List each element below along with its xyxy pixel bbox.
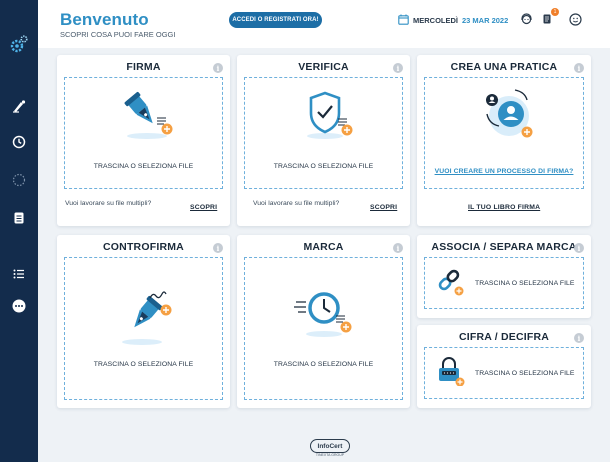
info-icon[interactable]: i: [213, 243, 223, 253]
support-agent-icon[interactable]: [519, 12, 533, 26]
drop-zone-text: TRASCINA O SELEZIONA FILE: [273, 163, 374, 170]
card-cifra-decifra: CIFRA / DECIFRA i TRASCINA O SELEZIONA F…: [417, 325, 591, 408]
drop-zone-text: TRASCINA O SELEZIONA FILE: [93, 163, 194, 170]
discover-link[interactable]: SCOPRI: [190, 204, 217, 211]
card-title: FIRMA: [126, 61, 161, 73]
file-drop-zone[interactable]: TRASCINA O SELEZIONA FILE: [244, 257, 403, 400]
file-drop-zone[interactable]: TRASCINA O SELEZIONA FILE: [64, 257, 223, 400]
page-title: Benvenuto: [60, 10, 149, 29]
calendar-icon: [398, 14, 409, 27]
signature-book-link[interactable]: IL TUO LIBRO FIRMA: [468, 204, 540, 211]
card-title: CONTROFIRMA: [103, 241, 184, 253]
login-register-button[interactable]: ACCEDI O REGISTRATI ORA!: [229, 12, 322, 28]
notification-badge: 1: [551, 8, 559, 16]
page-subtitle: SCOPRI COSA PUOI FARE OGGI: [60, 30, 176, 39]
link-chain-icon: [435, 266, 465, 301]
date-day: MERCOLEDÌ: [413, 15, 458, 25]
card-crea-pratica: CREA UNA PRATICA i VUOI CREARE UN PROCES…: [417, 55, 591, 226]
card-title: VERIFICA: [298, 61, 349, 73]
file-drop-zone[interactable]: TRASCINA O SELEZIONA FILE: [424, 257, 584, 309]
sign-document-icon[interactable]: [9, 96, 29, 116]
file-drop-zone[interactable]: TRASCINA O SELEZIONA FILE: [244, 77, 403, 189]
card-title: MARCA: [303, 241, 344, 253]
drop-zone-text: TRASCINA O SELEZIONA FILE: [273, 361, 374, 368]
file-drop-zone[interactable]: TRASCINA O SELEZIONA FILE: [424, 347, 584, 399]
info-icon[interactable]: i: [574, 333, 584, 343]
user-profile-icon[interactable]: [568, 12, 582, 26]
history-clock-icon[interactable]: [9, 132, 29, 152]
list-icon[interactable]: [9, 264, 29, 284]
date-value: 23 MAR 2022: [462, 15, 509, 25]
card-firma: FIRMA i TRASCINA O SELEZIONA FILE Vuoi l…: [57, 55, 230, 226]
archive-icon[interactable]: [9, 208, 29, 228]
info-icon[interactable]: i: [393, 63, 403, 73]
create-process-link[interactable]: VUOI CREARE UN PROCESSO DI FIRMA?: [425, 168, 583, 175]
sidebar: [0, 0, 38, 462]
card-associa-separa: ASSOCIA / SEPARA MARCA i TRASCINA O SELE…: [417, 235, 591, 318]
verify-shield-icon: [299, 88, 359, 151]
info-icon[interactable]: i: [393, 243, 403, 253]
multi-file-text: Vuoi lavorare su file multipli?: [253, 200, 340, 207]
card-verifica: VERIFICA i TRASCINA O SELEZIONA FILE Vuo…: [237, 55, 410, 226]
info-icon[interactable]: i: [574, 63, 584, 73]
drop-zone-text: TRASCINA O SELEZIONA FILE: [475, 369, 575, 377]
info-icon[interactable]: i: [213, 63, 223, 73]
date-display: MERCOLEDÌ 23 MAR 2022: [398, 13, 508, 27]
drop-zone-text: TRASCINA O SELEZIONA FILE: [93, 361, 194, 368]
create-process-zone[interactable]: VUOI CREARE UN PROCESSO DI FIRMA?: [424, 77, 584, 189]
card-title: CIFRA / DECIFRA: [458, 331, 550, 343]
discover-link[interactable]: SCOPRI: [370, 204, 397, 211]
tinexta-group-label: TINEXTA GROUP: [315, 453, 345, 457]
card-title: CREA UNA PRATICA: [450, 61, 558, 73]
card-title: ASSOCIA / SEPARA MARCA: [431, 241, 577, 253]
sign-pen-icon: [119, 88, 179, 151]
notifications-icon[interactable]: 1: [540, 8, 559, 26]
header: Benvenuto SCOPRI COSA PUOI FARE OGGI ACC…: [38, 0, 610, 48]
countersign-pen-icon: [116, 288, 178, 355]
card-controfirma: CONTROFIRMA i TRASCINA O SELEZIONA FILE: [57, 235, 230, 408]
create-workflow-icon: [477, 86, 539, 151]
file-drop-zone[interactable]: TRASCINA O SELEZIONA FILE: [64, 77, 223, 189]
more-options-icon[interactable]: [9, 296, 29, 316]
info-icon[interactable]: i: [574, 243, 584, 253]
app-logo-icon[interactable]: [9, 34, 29, 54]
drop-zone-text: TRASCINA O SELEZIONA FILE: [475, 279, 575, 287]
multi-file-text: Vuoi lavorare su file multipli?: [65, 200, 152, 207]
progress-spinner-icon[interactable]: [9, 170, 29, 190]
timestamp-clock-icon: [292, 282, 358, 349]
card-marca: MARCA i TRASCINA O SELEZIONA FILE: [237, 235, 410, 408]
infocert-logo: InfoCert: [310, 439, 350, 453]
encrypt-lock-icon: [435, 356, 465, 391]
